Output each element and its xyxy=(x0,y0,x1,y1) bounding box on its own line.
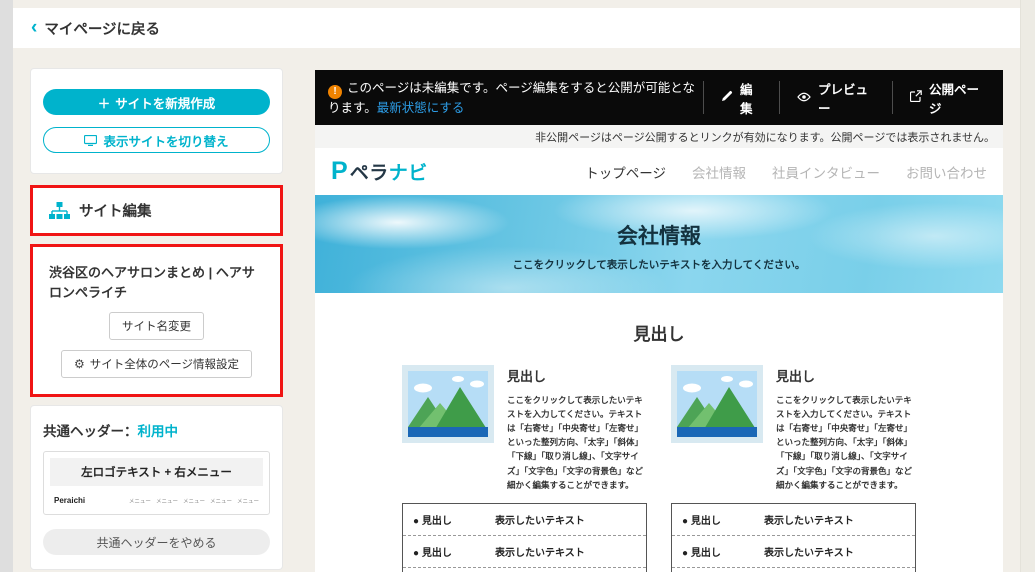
two-column-block: 見出し ここをクリックして表示したいテキストを入力してください。テキストは「右寄… xyxy=(315,365,1003,572)
column-paragraph: ここをクリックして表示したいテキストを入力してください。テキストは「右寄せ」「中… xyxy=(507,393,647,492)
header-preview-menus: メニュー メニュー メニュー メニュー メニュー xyxy=(129,497,259,505)
gear-icon: ⚙ xyxy=(74,358,85,370)
menu-item: メニュー xyxy=(156,497,178,505)
create-site-button[interactable]: ＋ サイトを新規作成 xyxy=(43,89,270,115)
private-page-note: 非公開ページはページ公開するとリンクが有効になります。公開ページでは表示されませ… xyxy=(315,125,1003,148)
site-actions-card: ＋ サイトを新規作成 表示サイトを切り替え xyxy=(30,68,283,174)
public-page-button[interactable]: 公開ページ xyxy=(893,70,1003,125)
hero-title: 会社情報 xyxy=(315,195,1003,250)
header-preview-box[interactable]: 左ロゴテキスト + 右メニュー Peraichi メニュー メニュー メニュー … xyxy=(43,451,270,515)
column-heading: 見出し xyxy=(507,366,647,385)
public-page-label: 公開ページ xyxy=(929,79,986,117)
logo-text-teal: ナビ xyxy=(389,158,428,185)
left-gutter xyxy=(0,0,13,572)
notice-buttons: 編集 プレビュー 公開ページ xyxy=(703,70,1003,125)
warning-icon: ! xyxy=(328,85,342,99)
edit-button[interactable]: 編集 xyxy=(704,70,779,125)
nav-item-contact[interactable]: お問い合わせ xyxy=(906,162,987,182)
menu-item: メニュー xyxy=(237,497,259,505)
site-edit-section: サイト編集 xyxy=(33,188,280,233)
common-header-status: 利用中 xyxy=(138,424,179,439)
column-paragraph: ここをクリックして表示したいテキストを入力してください。テキストは「右寄せ」「中… xyxy=(776,393,916,492)
create-site-label: サイトを新規作成 xyxy=(115,93,215,112)
nav-item-interview[interactable]: 社員インタビュー xyxy=(772,162,880,182)
sidebar: ＋ サイトを新規作成 表示サイトを切り替え サイト編集 渋谷区のヘアサロンまとめ… xyxy=(30,68,283,572)
row-label: ● 見出し xyxy=(682,512,764,527)
site-edit-highlight-box: サイト編集 xyxy=(30,185,283,236)
image-placeholder-icon xyxy=(402,365,494,443)
site-content: 見出し 見出し ここをクリックして表示したいテキストを入力してください。テキスト… xyxy=(315,293,1003,572)
table-row: ● 見出し 表示したいテキスト xyxy=(403,567,646,572)
table-row: ● 見出し 表示したいテキスト xyxy=(403,504,646,535)
column-heading: 見出し xyxy=(776,366,916,385)
plus-icon: ＋ xyxy=(98,93,111,112)
pencil-icon xyxy=(721,90,733,105)
row-label: ● 見出し xyxy=(682,544,764,559)
edit-label: 編集 xyxy=(740,79,762,117)
column-left: 見出し ここをクリックして表示したいテキストを入力してください。テキストは「右寄… xyxy=(402,365,647,572)
site-name: 渋谷区のヘアサロンまとめ | ヘアサロンペライチ xyxy=(49,263,264,302)
menu-item: メニュー xyxy=(183,497,205,505)
preview-button[interactable]: プレビュー xyxy=(780,70,892,125)
header-preview-logo: Peraichi xyxy=(54,496,85,505)
header-preview-title: 左ロゴテキスト + 右メニュー xyxy=(50,458,263,486)
image-placeholder-icon xyxy=(671,365,763,443)
row-text: 表示したいテキスト xyxy=(495,512,636,527)
unedited-notice-bar: !このページは未編集です。ページ編集をすると公開が可能となります。最新状態にする… xyxy=(315,70,1003,125)
external-link-icon xyxy=(910,90,922,105)
common-header-card: 共通ヘッダー：利用中 左ロゴテキスト + 右メニュー Peraichi メニュー… xyxy=(30,405,283,570)
eye-icon xyxy=(797,91,811,105)
switch-site-button[interactable]: 表示サイトを切り替え xyxy=(43,127,270,153)
common-header-title: 共通ヘッダー： xyxy=(43,424,138,439)
logo-text-dark: ペラ xyxy=(350,158,389,185)
table-row: ● 見出し 表示したいテキスト xyxy=(672,504,915,535)
column-table: ● 見出し 表示したいテキスト ● 見出し 表示したいテキスト ● 見出し 表示… xyxy=(671,503,916,572)
menu-item: メニュー xyxy=(210,497,232,505)
hero-subtitle: ここをクリックして表示したいテキストを入力してください。 xyxy=(315,257,1003,272)
preview-label: プレビュー xyxy=(818,79,875,117)
site-edit-label: サイト編集 xyxy=(79,200,152,221)
table-row: ● 見出し 表示したいテキスト xyxy=(672,567,915,572)
back-label: マイページに戻る xyxy=(44,18,160,39)
site-info-highlight-box: 渋谷区のヘアサロンまとめ | ヘアサロンペライチ サイト名変更 ⚙ サイト全体の… xyxy=(30,244,283,397)
hero-section[interactable]: 会社情報 ここをクリックして表示したいテキストを入力してください。 xyxy=(315,195,1003,293)
column-right: 見出し ここをクリックして表示したいテキストを入力してください。テキストは「右寄… xyxy=(671,365,916,572)
row-text: 表示したいテキスト xyxy=(764,512,905,527)
back-to-mypage-link[interactable]: ‹ マイページに戻る xyxy=(31,18,160,39)
sitemap-icon xyxy=(49,202,70,220)
right-gutter xyxy=(1020,0,1035,572)
table-row: ● 見出し 表示したいテキスト xyxy=(672,535,915,567)
top-bar: ‹ マイページに戻る xyxy=(13,8,1020,48)
nav-item-top[interactable]: トップページ xyxy=(585,162,666,182)
menu-item: メニュー xyxy=(129,497,151,505)
stop-common-header-button[interactable]: 共通ヘッダーをやめる xyxy=(43,529,270,555)
chevron-left-icon: ‹ xyxy=(31,18,37,37)
main-area: !このページは未編集です。ページ編集をすると公開が可能となります。最新状態にする… xyxy=(315,70,1003,572)
row-label: ● 見出し xyxy=(413,544,495,559)
switch-site-label: 表示サイトを切り替え xyxy=(103,131,228,150)
row-text: 表示したいテキスト xyxy=(495,544,636,559)
site-logo[interactable]: P ペラ ナビ xyxy=(331,158,428,185)
refresh-state-link[interactable]: 最新状態にする xyxy=(377,101,465,115)
nav-item-company[interactable]: 会社情報 xyxy=(692,162,746,182)
table-row: ● 見出し 表示したいテキスト xyxy=(403,535,646,567)
site-preview-header: P ペラ ナビ トップページ 会社情報 社員インタビュー お問い合わせ xyxy=(315,148,1003,195)
rename-site-button[interactable]: サイト名変更 xyxy=(109,312,204,340)
site-info-section: 渋谷区のヘアサロンまとめ | ヘアサロンペライチ サイト名変更 ⚙ サイト全体の… xyxy=(33,247,280,394)
site-nav: トップページ 会社情報 社員インタビュー お問い合わせ xyxy=(585,162,987,182)
page-settings-button[interactable]: ⚙ サイト全体のページ情報設定 xyxy=(61,350,252,378)
row-text: 表示したいテキスト xyxy=(764,544,905,559)
column-table: ● 見出し 表示したいテキスト ● 見出し 表示したいテキスト ● 見出し 表示… xyxy=(402,503,647,572)
row-label: ● 見出し xyxy=(413,512,495,527)
peraichi-logo-icon: P xyxy=(331,159,348,184)
section-heading: 見出し xyxy=(315,293,1003,345)
page-settings-label: サイト全体のページ情報設定 xyxy=(90,356,239,372)
monitor-icon xyxy=(84,135,97,146)
notice-message: !このページは未編集です。ページ編集をすると公開が可能となります。最新状態にする xyxy=(315,70,703,125)
